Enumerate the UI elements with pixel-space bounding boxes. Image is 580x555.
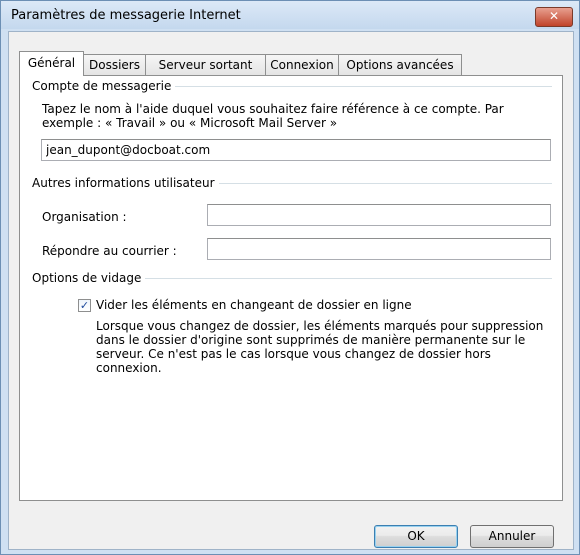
account-description-line2: exemple : « Travail » ou « Microsoft Mai… xyxy=(42,116,338,130)
purge-description-line2: dans le dossier d'origine sont supprimés… xyxy=(96,333,526,347)
tab-outgoing-server[interactable]: Serveur sortant xyxy=(145,54,266,75)
general-tab-panel: Compte de messagerie Tapez le nom à l'ai… xyxy=(19,75,563,501)
account-description-line1: Tapez le nom à l'aide duquel vous souhai… xyxy=(42,102,504,116)
purge-description-line1: Lorsque vous changez de dossier, les élé… xyxy=(96,319,544,333)
user-info-group-heading: Autres informations utilisateur xyxy=(32,176,219,190)
title-bar[interactable]: Paramètres de messagerie Internet ✕ xyxy=(1,1,579,29)
close-icon: ✕ xyxy=(548,9,560,23)
cancel-button[interactable]: Annuler xyxy=(470,525,554,548)
purge-online-label[interactable]: Vider les éléments en changeant de dossi… xyxy=(96,298,412,312)
settings-dialog: Paramètres de messagerie Internet ✕ Géné… xyxy=(0,0,580,555)
close-button[interactable]: ✕ xyxy=(535,7,573,27)
purge-online-checkbox[interactable]: ✓ xyxy=(78,299,91,312)
window-title: Paramètres de messagerie Internet xyxy=(11,8,241,23)
purge-description-line3: serveur. Ce n'est pas le cas lorsque vou… xyxy=(96,347,491,361)
purge-group-heading: Options de vidage xyxy=(32,271,146,285)
reply-address-label: Répondre au courrier : xyxy=(42,244,177,258)
tab-folders[interactable]: Dossiers xyxy=(83,54,146,75)
tab-general[interactable]: Général xyxy=(19,51,84,76)
account-group-heading: Compte de messagerie xyxy=(32,79,176,93)
organization-label: Organisation : xyxy=(42,210,127,224)
ok-button[interactable]: OK xyxy=(374,525,458,548)
checkmark-icon: ✓ xyxy=(79,299,90,312)
organization-input[interactable] xyxy=(207,204,551,226)
dialog-body: Général Dossiers Serveur sortant Connexi… xyxy=(8,31,574,550)
tab-advanced-options[interactable]: Options avancées xyxy=(338,54,462,75)
purge-description-line4: connexion. xyxy=(96,361,162,375)
account-name-input[interactable] xyxy=(41,139,551,161)
tab-connection[interactable]: Connexion xyxy=(265,54,339,75)
reply-address-input[interactable] xyxy=(207,238,551,260)
